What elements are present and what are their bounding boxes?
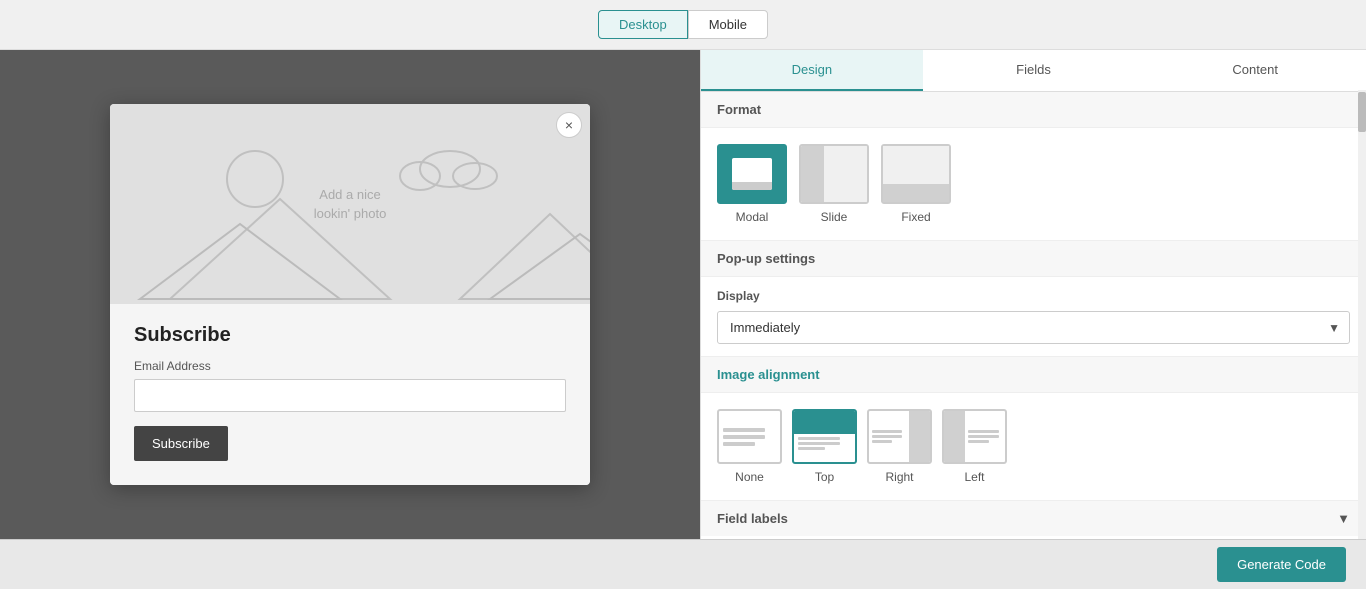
align-none[interactable]: None	[717, 409, 782, 484]
format-modal[interactable]: Modal	[717, 144, 787, 224]
bottom-bar: Generate Code	[0, 539, 1366, 589]
display-label: Display	[717, 289, 1350, 303]
slide-bar	[801, 146, 824, 202]
align-top[interactable]: Top	[792, 409, 857, 484]
right-tabs: Design Fields Content	[701, 50, 1366, 92]
generate-code-button[interactable]: Generate Code	[1217, 547, 1346, 582]
top-line-1	[798, 437, 840, 440]
none-line-1	[723, 428, 765, 432]
slide-inner	[801, 146, 867, 202]
align-top-icon	[792, 409, 857, 464]
align-right-label: Right	[885, 470, 913, 484]
left-text-part	[965, 411, 1005, 462]
tab-fields[interactable]: Fields	[923, 50, 1145, 91]
field-labels-section: Field labels ▼	[701, 500, 1366, 536]
popup-content: Subscribe Email Address Subscribe	[110, 304, 590, 485]
modal-bar	[732, 182, 772, 190]
tab-design[interactable]: Design	[701, 50, 923, 91]
left-panel: ×	[0, 50, 700, 539]
modal-inner	[732, 158, 772, 190]
align-left[interactable]: Left	[942, 409, 1007, 484]
left-line-2	[968, 435, 998, 438]
align-right[interactable]: Right	[867, 409, 932, 484]
email-label: Email Address	[134, 359, 566, 373]
email-input[interactable]	[134, 379, 566, 412]
right-line-2	[872, 435, 902, 438]
image-alignment-section: Image alignment None	[701, 356, 1366, 500]
right-content: Format Modal	[701, 92, 1366, 539]
slide-icon	[799, 144, 869, 204]
slide-label: Slide	[821, 210, 848, 224]
right-image-part	[909, 411, 930, 462]
close-button[interactable]: ×	[556, 112, 582, 138]
top-image-part	[794, 411, 855, 434]
top-bar: Desktop Mobile	[0, 0, 1366, 50]
none-inner	[719, 411, 780, 462]
top-text-part	[794, 434, 855, 462]
right-line-3	[872, 440, 892, 443]
display-select-wrap: Immediately After 5 seconds On scroll On…	[717, 311, 1350, 344]
right-text-part	[869, 411, 909, 462]
align-left-icon	[942, 409, 1007, 464]
main-layout: ×	[0, 50, 1366, 539]
none-line-3	[723, 442, 755, 446]
left-line-1	[968, 430, 998, 433]
mobile-btn[interactable]: Mobile	[688, 10, 768, 39]
left-image-part	[944, 411, 965, 462]
display-select[interactable]: Immediately After 5 seconds On scroll On…	[717, 311, 1350, 344]
top-inner	[794, 411, 855, 462]
alignment-section-label: Image alignment	[701, 357, 1366, 393]
modal-label: Modal	[736, 210, 769, 224]
desktop-btn[interactable]: Desktop	[598, 10, 688, 39]
left-line-3	[968, 440, 988, 443]
format-options: Modal Slide	[701, 128, 1366, 240]
align-left-label: Left	[964, 470, 984, 484]
none-line-2	[723, 435, 765, 439]
top-line-3	[798, 447, 825, 450]
format-fixed[interactable]: Fixed	[881, 144, 951, 224]
scroll-track[interactable]	[1358, 90, 1366, 539]
tab-content[interactable]: Content	[1144, 50, 1366, 91]
format-slide[interactable]: Slide	[799, 144, 869, 224]
format-section-label: Format	[701, 92, 1366, 128]
field-labels-label[interactable]: Field labels ▼	[701, 501, 1366, 536]
subscribe-button[interactable]: Subscribe	[134, 426, 228, 461]
fixed-label: Fixed	[901, 210, 930, 224]
fixed-icon	[881, 144, 951, 204]
align-right-icon	[867, 409, 932, 464]
right-panel: Design Fields Content Format Modal	[700, 50, 1366, 539]
field-labels-chevron: ▼	[1337, 511, 1350, 526]
alignment-options: None	[701, 393, 1366, 500]
align-top-label: Top	[815, 470, 834, 484]
left-inner	[944, 411, 1005, 462]
popup-modal: ×	[110, 104, 590, 485]
image-placeholder: Add a nice lookin' photo	[110, 104, 590, 304]
fixed-bar	[883, 184, 949, 202]
popup-title: Subscribe	[134, 324, 566, 347]
align-none-label: None	[735, 470, 764, 484]
scroll-thumb	[1358, 92, 1366, 132]
popup-settings-body: Display Immediately After 5 seconds On s…	[701, 277, 1366, 356]
popup-settings-label: Pop-up settings	[701, 241, 1366, 277]
top-line-2	[798, 442, 840, 445]
modal-icon	[717, 144, 787, 204]
right-inner	[869, 411, 930, 462]
fixed-inner	[883, 146, 949, 202]
align-none-icon	[717, 409, 782, 464]
right-line-1	[872, 430, 902, 433]
placeholder-text: Add a nice lookin' photo	[314, 185, 387, 224]
